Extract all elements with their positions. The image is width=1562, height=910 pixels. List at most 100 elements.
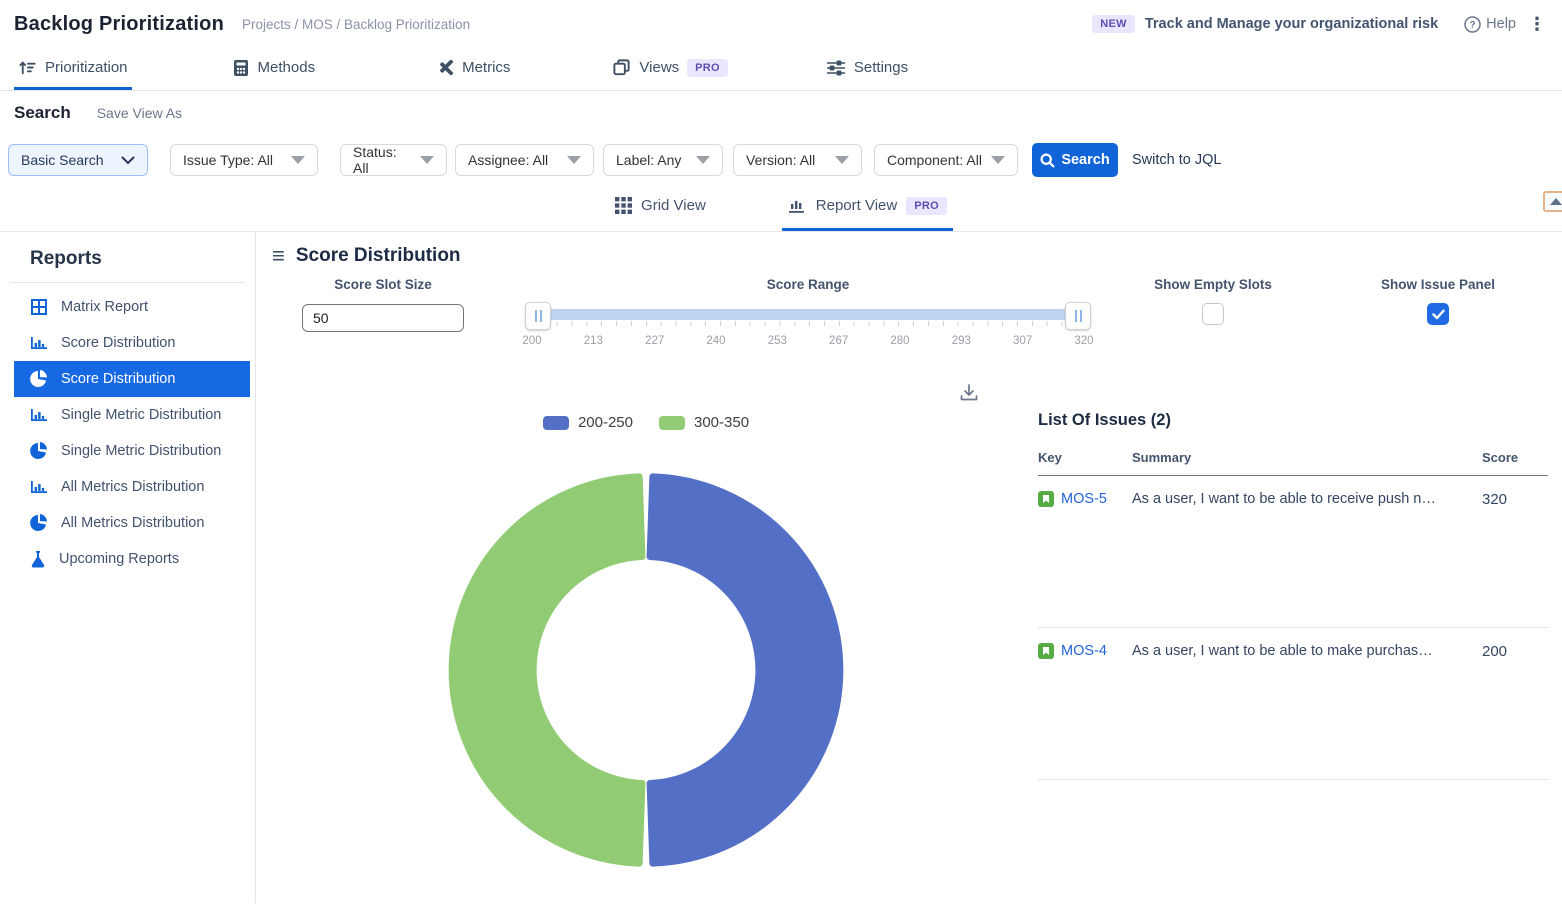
- chevron-down-icon: [121, 156, 135, 165]
- sidebar-item-label: Score Distribution: [61, 371, 175, 387]
- slider-handle-max[interactable]: [1065, 302, 1091, 330]
- save-view-as-link[interactable]: Save View As: [97, 105, 182, 121]
- sidebar-item-score-distribution-pie[interactable]: Score Distribution: [14, 361, 250, 397]
- issues-title: List Of Issues (2): [1038, 411, 1548, 430]
- search-button[interactable]: Search: [1032, 143, 1118, 177]
- sidebar-item-upcoming-reports[interactable]: Upcoming Reports: [14, 541, 250, 577]
- triangle-down-icon: [420, 156, 434, 164]
- filter-component[interactable]: Component: All: [874, 144, 1018, 176]
- issue-score: 320: [1482, 491, 1548, 508]
- sidebar-item-score-distribution-bar[interactable]: Score Distribution: [14, 325, 250, 361]
- show-empty-slots-label: Show Empty Slots: [1133, 277, 1293, 292]
- bar-chart-icon: [30, 335, 48, 351]
- score-slot-size-input[interactable]: [302, 304, 464, 332]
- triangle-up-icon: [1550, 198, 1562, 205]
- filter-label: Label: Any: [616, 152, 681, 168]
- views-layers-icon: [612, 58, 631, 77]
- report-title: Score Distribution: [296, 245, 461, 267]
- breadcrumb: Projects / MOS / Backlog Prioritization: [242, 17, 470, 32]
- divider: [10, 282, 245, 283]
- filter-label: Version: All: [746, 152, 815, 168]
- kebab-menu-icon[interactable]: ⋮: [1526, 15, 1548, 33]
- filter-assignee[interactable]: Assignee: All: [455, 144, 594, 176]
- donut-slice-300-350: [452, 477, 642, 863]
- sidebar-item-matrix-report[interactable]: Matrix Report: [14, 289, 250, 325]
- sort-icon: [18, 58, 37, 77]
- score-range-slider[interactable]: [525, 300, 1091, 334]
- tab-grid-view[interactable]: Grid View: [609, 183, 712, 231]
- sidebar-item-single-metric-pie[interactable]: Single Metric Distribution: [14, 433, 250, 469]
- triangle-down-icon: [835, 156, 849, 164]
- issues-table: Key Summary Score MOS-5 As a user: [1038, 450, 1548, 780]
- sidebar-item-all-metrics-pie[interactable]: All Metrics Distribution: [14, 505, 250, 541]
- tab-label: Metrics: [462, 59, 510, 76]
- tab-prioritization[interactable]: Prioritization: [14, 48, 132, 90]
- app-window: Backlog Prioritization Projects / MOS / …: [0, 0, 1562, 910]
- triangle-down-icon: [567, 156, 581, 164]
- tab-label: Prioritization: [45, 59, 128, 76]
- show-issue-panel-group: Show Issue Panel: [1358, 277, 1518, 325]
- filter-label-any[interactable]: Label: Any: [603, 144, 723, 176]
- table-row[interactable]: MOS-5 As a user, I want to be able to re…: [1038, 476, 1548, 628]
- search-section: Search Save View As Basic Search Issue T…: [0, 91, 1562, 177]
- new-badge: NEW: [1092, 15, 1135, 33]
- table-row[interactable]: MOS-4 As a user, I want to be able to ma…: [1038, 628, 1548, 780]
- bar-chart-icon: [30, 479, 48, 495]
- show-issue-panel-label: Show Issue Panel: [1358, 277, 1518, 292]
- pie-chart-icon: [30, 442, 48, 460]
- slider-track[interactable]: [525, 309, 1091, 320]
- score-distribution-donut-chart[interactable]: [444, 468, 848, 872]
- tab-views[interactable]: Views PRO: [608, 48, 732, 90]
- sidebar-item-label: Score Distribution: [61, 335, 175, 351]
- legend-item-200-250[interactable]: 200-250: [543, 414, 633, 431]
- help-button[interactable]: ? Help: [1464, 16, 1516, 33]
- chart-legend: 200-250 300-350: [256, 414, 1036, 431]
- check-icon: [1432, 309, 1445, 320]
- show-empty-slots-group: Show Empty Slots: [1133, 277, 1293, 325]
- issue-key-link[interactable]: MOS-5: [1061, 491, 1107, 507]
- col-header-summary: Summary: [1132, 450, 1482, 465]
- col-header-key: Key: [1038, 450, 1132, 465]
- collapse-panel-button[interactable]: [1543, 191, 1562, 212]
- slider-handle-min[interactable]: [525, 302, 551, 330]
- legend-swatch-green: [659, 416, 685, 430]
- filter-issue-type[interactable]: Issue Type: All: [170, 144, 318, 176]
- show-empty-slots-checkbox[interactable]: [1202, 303, 1224, 325]
- tab-metrics[interactable]: Metrics: [431, 48, 514, 90]
- legend-label: 300-350: [694, 414, 749, 431]
- legend-item-300-350[interactable]: 300-350: [659, 414, 749, 431]
- sidebar-item-all-metrics-bar[interactable]: All Metrics Distribution: [14, 469, 250, 505]
- filter-status[interactable]: Status: All: [340, 144, 447, 176]
- slider-tick-labels: 200213227240253267280293307320: [517, 335, 1099, 347]
- sidebar-item-label: All Metrics Distribution: [61, 479, 204, 495]
- matrix-icon: [30, 298, 48, 316]
- tab-label: Views: [639, 59, 679, 76]
- show-issue-panel-checkbox[interactable]: [1427, 303, 1449, 325]
- basic-search-dropdown[interactable]: Basic Search: [8, 144, 148, 176]
- tab-methods[interactable]: Methods: [228, 48, 320, 90]
- issue-key-link[interactable]: MOS-4: [1061, 643, 1107, 659]
- switch-to-jql-link[interactable]: Switch to JQL: [1132, 152, 1221, 168]
- report-chart-icon: [788, 197, 807, 214]
- download-chart-icon[interactable]: [959, 383, 979, 407]
- promo-text: Track and Manage your organizational ris…: [1145, 16, 1438, 32]
- sidebar-item-label: All Metrics Distribution: [61, 515, 204, 531]
- score-range-group: Score Range 2002132272402532672802933073…: [525, 277, 1091, 347]
- filter-version[interactable]: Version: All: [733, 144, 862, 176]
- report-controls: Score Slot Size Score Range 200213227240…: [256, 277, 1562, 377]
- pie-chart-icon: [30, 514, 48, 532]
- hamburger-icon[interactable]: ≡: [272, 245, 285, 267]
- pie-chart-icon: [30, 370, 48, 388]
- tab-label: Methods: [258, 59, 316, 76]
- issue-summary: As a user, I want to be able to make pur…: [1132, 643, 1482, 659]
- help-label: Help: [1486, 16, 1516, 32]
- tab-settings[interactable]: Settings: [822, 48, 912, 90]
- tab-report-view[interactable]: Report View PRO: [782, 183, 953, 231]
- page-title: Backlog Prioritization: [14, 13, 224, 36]
- basic-search-label: Basic Search: [21, 152, 103, 168]
- view-tab-bar: Grid View Report View PRO: [0, 183, 1562, 232]
- score-slot-size-group: Score Slot Size: [302, 277, 464, 332]
- sidebar-item-single-metric-bar[interactable]: Single Metric Distribution: [14, 397, 250, 433]
- bar-chart-icon: [30, 407, 48, 423]
- sidebar-heading: Reports: [0, 248, 255, 270]
